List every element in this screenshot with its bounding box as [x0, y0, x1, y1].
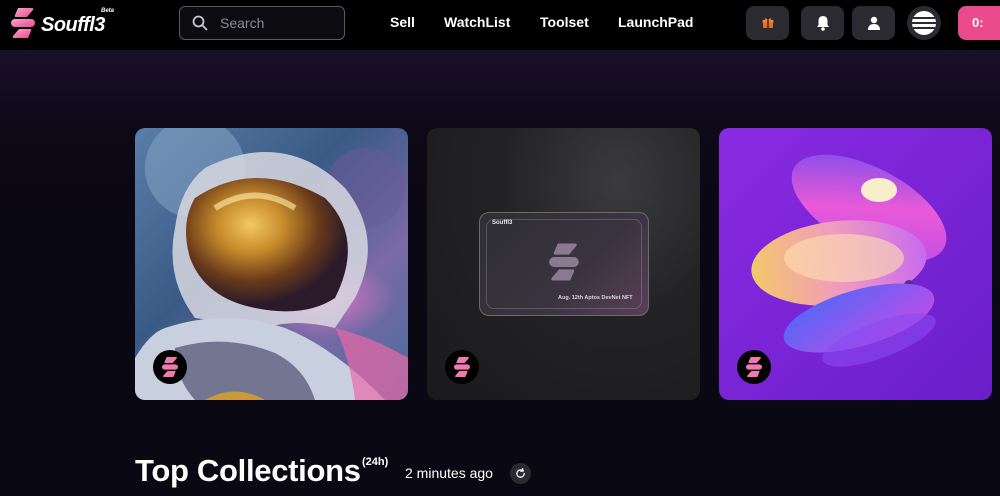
featured-card-devnet[interactable]: Souffl3 Aug. 12th Aptos DevNet NFT [427, 128, 700, 400]
search-icon [192, 15, 208, 31]
preview-brand: Souffl3 [492, 220, 513, 226]
souffl3-logo-icon [11, 8, 35, 38]
menu-button[interactable] [907, 6, 941, 40]
brand-name: Souffl3 [41, 14, 105, 36]
devnet-nft-preview: Souffl3 Aug. 12th Aptos DevNet NFT [479, 212, 649, 316]
souffl3-logo-icon [162, 357, 178, 377]
souffl3-logo-icon [454, 357, 470, 377]
collection-badge [737, 350, 771, 384]
souffl3-logo-icon [549, 243, 579, 281]
connect-wallet-label: 0: [972, 15, 984, 30]
collection-badge [445, 350, 479, 384]
last-updated-text: 2 minutes ago [405, 465, 493, 481]
featured-card-abstract[interactable] [719, 128, 992, 400]
gift-button[interactable] [746, 6, 789, 40]
user-icon [867, 16, 880, 30]
search-input[interactable] [220, 13, 338, 33]
profile-button[interactable] [852, 6, 895, 40]
collection-badge [153, 350, 187, 384]
notifications-button[interactable] [801, 6, 844, 40]
gift-icon [762, 18, 773, 28]
souffl3-logo-icon [746, 357, 762, 377]
preview-caption: Aug. 12th Aptos DevNet NFT [558, 295, 633, 301]
beta-tag: Beta [101, 8, 115, 14]
refresh-icon [516, 468, 525, 478]
featured-card-astronaut[interactable] [135, 128, 408, 400]
nav-sell[interactable]: Sell [390, 14, 415, 30]
nav-launchpad[interactable]: LaunchPad [618, 14, 693, 30]
nav-watchlist[interactable]: WatchList [444, 14, 510, 30]
top-navigation-bar: Souffl3 Beta Sell WatchList Toolset Laun… [0, 0, 1000, 50]
section-title: Top Collections [135, 453, 361, 488]
section-period: (24h) [362, 456, 389, 468]
connect-wallet-button[interactable]: 0: [958, 6, 1000, 40]
brand-logo[interactable]: Souffl3 Beta [8, 6, 118, 40]
menu-icon [912, 11, 936, 35]
search-box[interactable] [179, 6, 345, 40]
bell-icon [816, 16, 829, 31]
nav-toolset[interactable]: Toolset [540, 14, 589, 30]
refresh-button[interactable] [510, 463, 531, 484]
